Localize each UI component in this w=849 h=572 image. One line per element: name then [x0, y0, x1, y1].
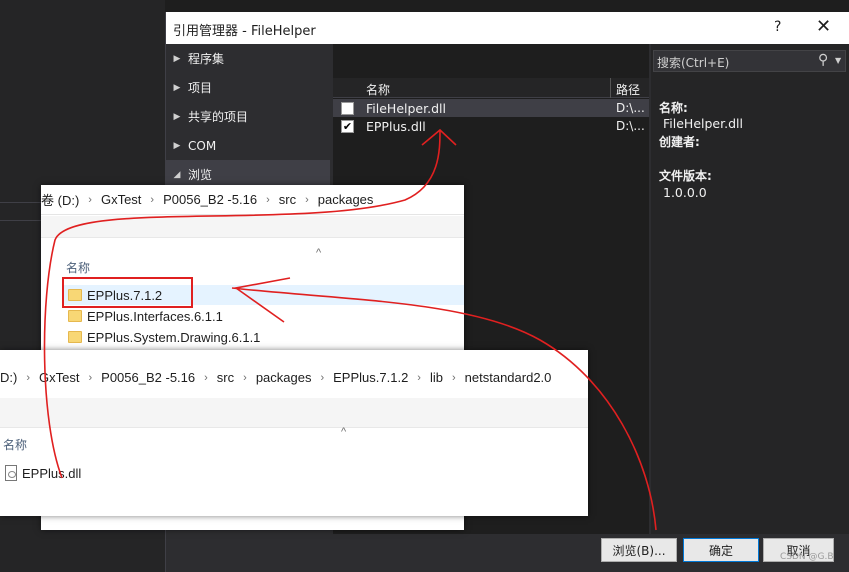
watermark: CSDN @G.B — [780, 552, 834, 562]
annotation-layer — [43, 128, 657, 531]
annotation-arrow-curve — [231, 287, 657, 531]
annotation-arrow-curve — [43, 129, 441, 479]
annotation-arrowhead — [233, 277, 291, 323]
highlight-box — [62, 277, 193, 308]
